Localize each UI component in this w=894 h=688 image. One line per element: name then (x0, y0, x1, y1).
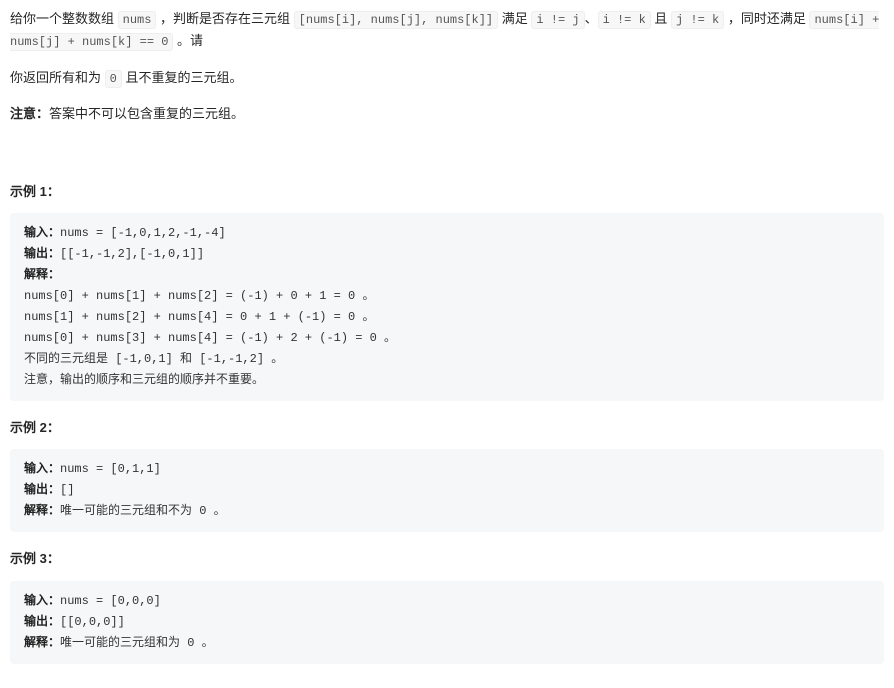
input-label: 输入： (24, 594, 60, 608)
explain-label: 解释： (24, 504, 60, 518)
notice-label: 注意： (10, 106, 49, 121)
input-value: nums = [0,1,1] (60, 462, 161, 476)
input-value: nums = [0,0,0] (60, 594, 161, 608)
spacer (10, 139, 884, 167)
example-3-block: 输入：nums = [0,0,0] 输出：[[0,0,0]] 解释：唯一可能的三… (10, 581, 884, 664)
explain-line: nums[0] + nums[1] + nums[2] = (-1) + 0 +… (24, 289, 374, 303)
explain-line: nums[1] + nums[2] + nums[4] = 0 + 1 + (-… (24, 310, 374, 324)
text: 。请 (173, 33, 203, 48)
explain-label: 解释： (24, 268, 60, 282)
text: ，同时还满足 (724, 11, 809, 26)
explain-value: 唯一可能的三元组和不为 0 。 (60, 504, 226, 518)
input-value: nums = [-1,0,1,2,-1,-4] (60, 226, 226, 240)
explain-value: 唯一可能的三元组和为 0 。 (60, 636, 214, 650)
output-label: 输出： (24, 483, 60, 497)
explain-line: 不同的三元组是 [-1,0,1] 和 [-1,-1,2] 。 (24, 352, 283, 366)
example-2-block: 输入：nums = [0,1,1] 输出：[] 解释：唯一可能的三元组和不为 0… (10, 449, 884, 532)
code-j-neq-k: j != k (671, 11, 724, 29)
example-1-heading: 示例 1： (10, 181, 884, 203)
code-nums: nums (118, 11, 157, 29)
output-value: [[-1,-1,2],[-1,0,1]] (60, 247, 204, 261)
code-i-neq-k: i != k (598, 11, 651, 29)
problem-paragraph-2: 你返回所有和为 0 且不重复的三元组。 (10, 67, 884, 89)
text: 且 (651, 11, 671, 26)
text: 满足 (498, 11, 531, 26)
output-label: 输出： (24, 615, 60, 629)
text: 你返回所有和为 (10, 70, 105, 85)
input-label: 输入： (24, 462, 60, 476)
notice-paragraph: 注意：答案中不可以包含重复的三元组。 (10, 103, 884, 125)
code-i-neq-j: i != j (531, 11, 584, 29)
example-2-heading: 示例 2： (10, 417, 884, 439)
text: 给你一个整数数组 (10, 11, 118, 26)
code-zero: 0 (105, 70, 122, 88)
output-value: [] (60, 483, 74, 497)
explain-label: 解释： (24, 636, 60, 650)
example-3-heading: 示例 3： (10, 548, 884, 570)
text: ，判断是否存在三元组 (156, 11, 293, 26)
code-triple: [nums[i], nums[j], nums[k]] (294, 11, 498, 29)
output-label: 输出： (24, 247, 60, 261)
output-value: [[0,0,0]] (60, 615, 125, 629)
input-label: 输入： (24, 226, 60, 240)
explain-line: nums[0] + nums[3] + nums[4] = (-1) + 2 +… (24, 331, 396, 345)
notice-text: 答案中不可以包含重复的三元组。 (49, 106, 244, 121)
explain-line: 注意，输出的顺序和三元组的顺序并不重要。 (24, 373, 264, 387)
text: 、 (585, 11, 598, 26)
problem-paragraph-1: 给你一个整数数组 nums ，判断是否存在三元组 [nums[i], nums[… (10, 8, 884, 53)
example-1-block: 输入：nums = [-1,0,1,2,-1,-4] 输出：[[-1,-1,2]… (10, 213, 884, 401)
text: 且不重复的三元组。 (122, 70, 243, 85)
